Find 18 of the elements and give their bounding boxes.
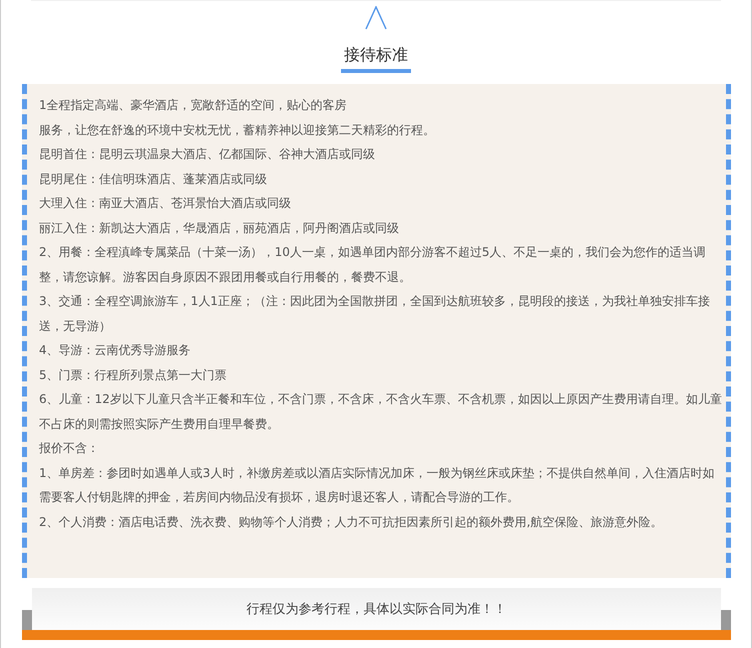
info-paragraph: 报价不含： xyxy=(39,440,100,457)
info-paragraph: 昆明首住：昆明云琪温泉大酒店、亿都国际、谷神大酒店或同级 xyxy=(39,146,376,163)
info-paragraph: 丽江入住：新凯达大酒店，华晟酒店，丽苑酒店，阿丹阁酒店或同级 xyxy=(39,220,400,236)
info-paragraph: 2、个人消费：酒店电话费、洗衣费、购物等个人消费；人力不可抗拒因素所引起的额外费用,航空保险、旅游意外险。 xyxy=(39,514,664,530)
notice-text: 行程仅为参考行程，具体以实际合同为准！！ xyxy=(246,601,506,618)
info-paragraph: 2、用餐：全程滇峰专属菜品（十菜一汤），10人一桌，如遇单团内部分游客不超过5人、不足一桌的，我们会为您作的适当调整，请您谅解。游客因自身原因不跟团用餐或自行用餐的，餐费不退。 xyxy=(39,244,707,286)
info-paragraph: 服务，让您在舒逸的环境中安枕无忧，蓄精养神以迎接第二天精彩的行程。 xyxy=(39,122,436,138)
info-paragraph: 1、单房差：参团时如遇单人或3人时，补缴房差或以酒店实际情况加床，一般为钢丝床或床垫；不提供自然单间，入住酒店时如需要客人付钥匙牌的押金，若房间内物品没有损坏，退房时退还客人，请配合导游的工作。 xyxy=(39,464,716,506)
info-paragraph: 6、儿童：12岁以下儿童只含半正餐和车位，不含门票，不含床，不含火车票、不含机票，如因以上原因产生费用请自理。如儿童不占床的则需按照实际产生费用自理早餐费。 xyxy=(39,391,722,432)
info-paragraph: 1全程指定高端、豪华酒店，宽敞舒适的空间，贴心的客房 xyxy=(39,97,348,114)
info-paragraph: 4、导游：云南优秀导游服务 xyxy=(39,342,192,359)
chevron-up-icon xyxy=(365,6,387,30)
info-paragraph: 昆明尾住：佳信明珠酒店、蓬莱酒店或同级 xyxy=(39,170,268,188)
info-paragraph: 大理入住：南亚大酒店、苍洱景怡大酒店或同级 xyxy=(39,195,292,212)
title-underline xyxy=(341,69,411,73)
section-title: 接待标准 xyxy=(344,45,408,65)
info-paragraph: 5、门票：行程所列景点第一大门票 xyxy=(39,366,228,384)
info-paragraph: 3、交通：全程空调旅游车，1人1正座；（注：因此团为全国散拼团，全国到达航班较多，昆明段的接送，为我社单独安排车接送，无导游） xyxy=(39,293,711,334)
